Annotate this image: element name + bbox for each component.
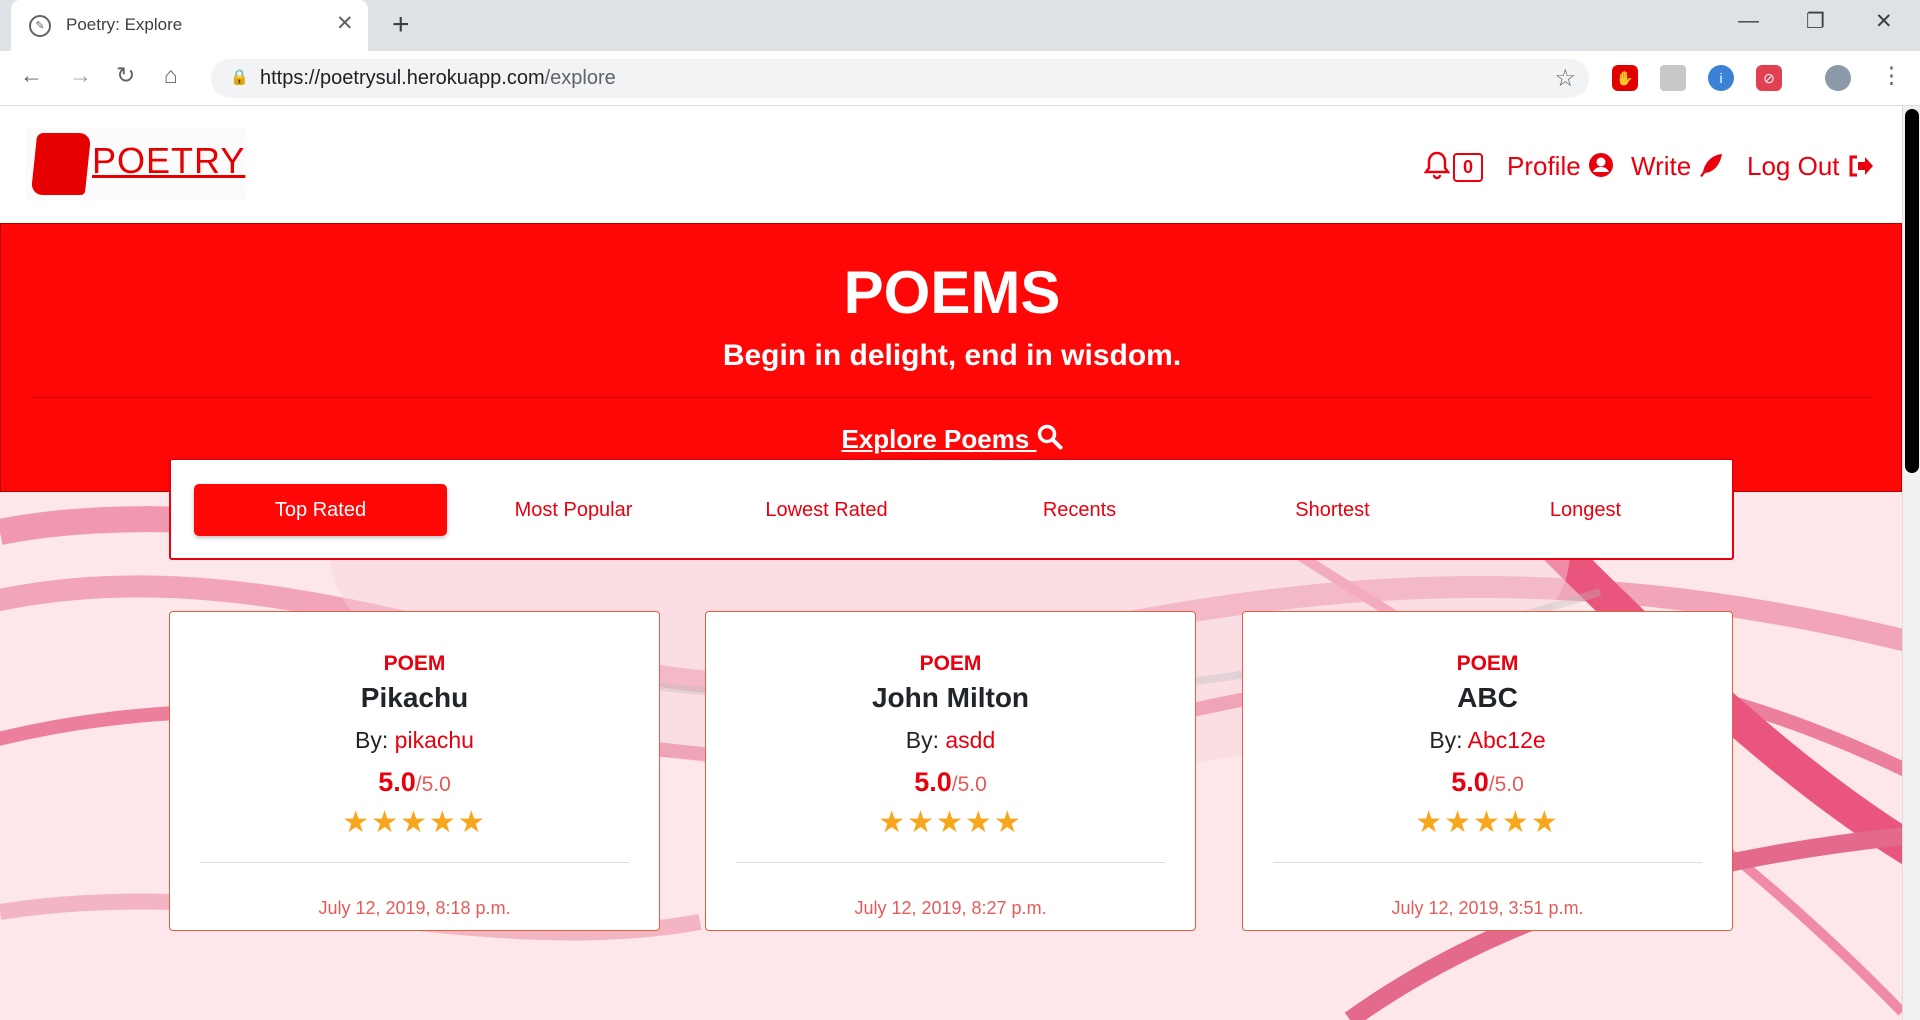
- poem-byline: By: pikachu: [170, 727, 659, 754]
- notification-count-badge[interactable]: 0: [1453, 153, 1483, 182]
- profile-link[interactable]: Profile: [1507, 151, 1614, 182]
- poem-date: July 12, 2019, 3:51 p.m.: [1391, 898, 1584, 918]
- poetry-logo[interactable]: POETRY: [26, 127, 247, 201]
- poem-title[interactable]: John Milton: [706, 682, 1195, 714]
- star-rating-icons: ★★★★★: [1415, 806, 1560, 839]
- filter-tab-recents[interactable]: Recents: [953, 484, 1206, 536]
- poem-date: July 12, 2019, 8:18 p.m.: [318, 898, 511, 918]
- shield-extension-icon[interactable]: ⊘: [1756, 65, 1782, 91]
- logout-link-label: Log Out: [1747, 151, 1840, 181]
- address-bar[interactable]: 🔒 https://poetrysul.herokuapp.com/explor…: [211, 59, 1589, 98]
- poem-card[interactable]: POEM ABC By: Abc12e 5.0/5.0 ★★★★★ July 1…: [1242, 611, 1733, 931]
- page-scrollbar[interactable]: [1902, 106, 1920, 1020]
- info-extension-icon[interactable]: i: [1708, 65, 1734, 91]
- rating-max: /5.0: [951, 773, 987, 796]
- tab-title: Poetry: Explore: [66, 15, 183, 34]
- sign-out-icon: [1849, 155, 1873, 177]
- user-circle-icon: [1588, 153, 1613, 177]
- lock-icon: 🔒: [230, 69, 249, 86]
- new-tab-button[interactable]: +: [392, 8, 410, 42]
- by-label: By:: [355, 727, 395, 753]
- poem-card[interactable]: POEM John Milton By: asdd 5.0/5.0 ★★★★★ …: [705, 611, 1196, 931]
- hero-divider: [31, 397, 1873, 398]
- poem-date: July 12, 2019, 8:27 p.m.: [854, 898, 1047, 918]
- poem-rating: 5.0/5.0: [1243, 767, 1732, 798]
- bookmark-star-icon[interactable]: ☆: [1554, 64, 1576, 93]
- poem-byline: By: asdd: [706, 727, 1195, 754]
- window-close-button[interactable]: ✕: [1875, 9, 1893, 34]
- minimize-button[interactable]: —: [1738, 9, 1759, 33]
- scroll-quill-logo-icon: [30, 133, 92, 195]
- poem-rating: 5.0/5.0: [706, 767, 1195, 798]
- rating-max: /5.0: [1488, 773, 1524, 796]
- url-host: https://poetrysul.herokuapp.com: [260, 67, 545, 89]
- write-link[interactable]: Write: [1631, 151, 1724, 182]
- poem-card[interactable]: POEM Pikachu By: pikachu 5.0/5.0 ★★★★★ J…: [169, 611, 660, 931]
- rating-value: 5.0: [378, 767, 416, 797]
- poem-rating: 5.0/5.0: [170, 767, 659, 798]
- logout-link[interactable]: Log Out: [1747, 151, 1873, 182]
- card-divider: [1273, 862, 1702, 863]
- site-navbar: POETRY 0 Profile Write Log Out: [0, 106, 1902, 223]
- author-link[interactable]: pikachu: [395, 727, 474, 753]
- url-text[interactable]: https://poetrysul.herokuapp.com/explore: [260, 67, 616, 90]
- hero-title: POEMS: [843, 259, 1061, 326]
- filter-tab-most-popular[interactable]: Most Popular: [447, 484, 700, 536]
- cube-extension-icon[interactable]: [1660, 65, 1686, 91]
- rating-value: 5.0: [1451, 767, 1489, 797]
- search-icon: [1037, 424, 1063, 450]
- star-rating-icons: ★★★★★: [878, 806, 1023, 839]
- filter-tab-shortest[interactable]: Shortest: [1206, 484, 1459, 536]
- profile-link-label: Profile: [1507, 151, 1581, 181]
- feather-icon: [1700, 154, 1723, 177]
- card-type-label: POEM: [1456, 652, 1519, 675]
- browser-toolbar: ← → ↻ ⌂ 🔒 https://poetrysul.herokuapp.co…: [0, 51, 1920, 106]
- bell-icon[interactable]: [1423, 150, 1451, 187]
- card-type-label: POEM: [383, 652, 446, 675]
- author-link[interactable]: asdd: [945, 727, 995, 753]
- filter-tab-lowest-rated[interactable]: Lowest Rated: [700, 484, 953, 536]
- star-rating-icons: ★★★★★: [342, 806, 487, 839]
- home-icon[interactable]: ⌂: [164, 62, 178, 89]
- sort-filter-bar: Top Rated Most Popular Lowest Rated Rece…: [169, 458, 1734, 560]
- filter-tab-top-rated[interactable]: Top Rated: [194, 484, 447, 536]
- card-type-label: POEM: [919, 652, 982, 675]
- by-label: By:: [905, 727, 946, 753]
- filter-tab-longest[interactable]: Longest: [1459, 484, 1712, 536]
- explore-poems-link[interactable]: Explore Poems: [1, 424, 1903, 455]
- browser-tab[interactable]: ✎ Poetry: Explore ✕: [11, 0, 368, 51]
- rating-max: /5.0: [415, 773, 451, 796]
- scrollbar-thumb[interactable]: [1905, 109, 1919, 473]
- explore-poems-label: Explore Poems: [841, 424, 1037, 454]
- browser-menu-icon[interactable]: ⋮: [1880, 62, 1903, 89]
- poem-byline: By: Abc12e: [1243, 727, 1732, 754]
- write-link-label: Write: [1631, 151, 1692, 181]
- hero-banner: POEMS Begin in delight, end in wisdom. E…: [0, 223, 1902, 492]
- forward-icon[interactable]: →: [69, 62, 92, 89]
- logo-text: POETRY: [92, 140, 246, 181]
- rating-value: 5.0: [914, 767, 952, 797]
- profile-avatar-icon[interactable]: [1825, 65, 1851, 91]
- by-label: By:: [1429, 727, 1468, 753]
- poem-title[interactable]: ABC: [1243, 682, 1732, 714]
- browser-chrome: ✎ Poetry: Explore ✕ + — ❐ ✕ ← → ↻ ⌂ 🔒 ht…: [0, 0, 1920, 106]
- author-link[interactable]: Abc12e: [1468, 727, 1546, 753]
- tab-close-icon[interactable]: ✕: [336, 11, 354, 36]
- tab-strip: ✎ Poetry: Explore ✕ + — ❐ ✕: [0, 0, 1920, 51]
- restore-button[interactable]: ❐: [1806, 9, 1825, 34]
- url-path: /explore: [544, 67, 616, 89]
- card-divider: [736, 862, 1165, 863]
- back-icon[interactable]: ←: [20, 62, 43, 89]
- reload-icon[interactable]: ↻: [116, 62, 135, 89]
- poem-title[interactable]: Pikachu: [170, 682, 659, 714]
- hero-subtitle: Begin in delight, end in wisdom.: [722, 339, 1182, 372]
- adblock-extension-icon[interactable]: ✋: [1612, 65, 1638, 91]
- quill-favicon-icon: ✎: [29, 15, 51, 37]
- card-divider: [200, 862, 629, 863]
